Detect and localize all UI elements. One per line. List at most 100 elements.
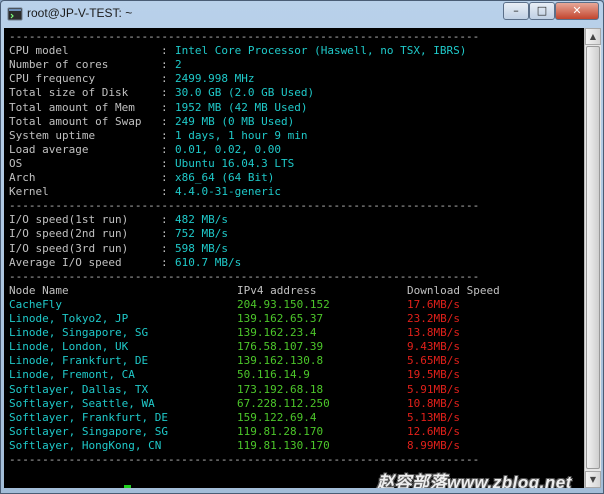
close-icon: ✕ [572,4,582,17]
speed-ipv4-address: 119.81.130.170 [237,438,330,452]
sysinfo-value: Ubuntu 16.04.3 LTS [175,156,295,170]
speed-node-name: Softlayer, Singapore, SG [9,424,168,438]
io-label: Average I/O speed [9,255,122,269]
colon-separator: : [161,100,168,114]
window-title: root@JP-V-TEST: ~ [27,6,133,20]
separator-line: ----------------------------------------… [9,453,480,466]
sysinfo-value: 2 [175,58,182,72]
colon-separator: : [161,185,168,199]
colon-separator: : [161,142,168,156]
speed-ipv4-address: 176.58.107.39 [237,340,324,354]
speed-node-name: Linode, Fremont, CA [9,368,135,382]
io-value: 752 MB/s [175,227,228,241]
scroll-up-arrow-icon[interactable]: ▲ [585,28,601,45]
colon-separator: : [161,86,168,100]
speed-ipv4-address: 139.162.65.37 [237,312,324,325]
speed-header-node: Node Name [9,283,69,297]
speed-ipv4-address: 204.93.150.152 [237,297,330,311]
title-bar[interactable]: root@JP-V-TEST: ~ – □ ✕ [1,1,603,28]
speed-node-name: Softlayer, HongKong, CN [9,438,162,452]
speed-download-speed: 19.5MB/s [407,368,460,382]
speed-download-speed: 17.6MB/s [407,297,460,311]
minimize-icon: – [513,4,519,17]
io-label: I/O speed(2nd run) [9,227,129,241]
text-cursor[interactable] [123,484,131,488]
sysinfo-label: Total size of Disk [9,86,129,100]
sysinfo-value: 4.4.0-31-generic [175,185,281,199]
io-label: I/O speed(3rd run) [9,241,129,255]
speed-download-speed: 5.13MB/s [407,410,460,424]
sysinfo-label: OS [9,156,23,170]
colon-separator: : [161,227,168,241]
sysinfo-value: 1952 MB (42 MB Used) [175,100,308,114]
speed-download-speed: 5.65MB/s [407,354,460,368]
colon-separator: : [161,156,168,170]
io-value: 598 MB/s [175,241,228,255]
speed-download-speed: 12.6MB/s [407,424,460,438]
colon-separator: : [161,72,168,86]
command-prompt-row: root@JP-V-TEST:~# [9,484,131,488]
colon-separator: : [161,44,168,58]
sysinfo-value: 1 days, 1 hour 9 min [175,128,308,142]
speed-header-speed: Download Speed [407,283,500,297]
speed-ipv4-address: 159.122.69.4 [237,410,317,424]
sysinfo-value: 30.0 GB (2.0 GB Used) [175,86,315,100]
separator-line: ----------------------------------------… [9,199,480,213]
sysinfo-value: 2499.998 MHz [175,72,255,86]
speed-download-speed: 5.91MB/s [407,382,460,396]
speed-ipv4-address: 139.162.130.8 [237,354,324,368]
colon-separator: : [161,241,168,255]
command-prompt: root@JP-V-TEST:~# [9,486,122,488]
sysinfo-label: System uptime [9,128,96,142]
maximize-button[interactable]: □ [529,2,555,20]
speed-header-ip: IPv4 address [237,283,317,297]
speed-node-name: Linode, London, UK [9,340,129,354]
colon-separator: : [161,213,168,227]
sysinfo-label: Number of cores [9,58,109,72]
speed-download-speed: 9.43MB/s [407,340,460,354]
speed-ipv4-address: 119.81.28.170 [237,424,324,438]
terminal-window: root@JP-V-TEST: ~ – □ ✕ ----------------… [0,0,604,494]
speed-ipv4-address: 139.162.23.4 [237,326,317,340]
sysinfo-value: Intel Core Processor (Haswell, no TSX, I… [175,44,467,58]
sysinfo-label: Total amount of Swap [9,114,142,128]
speed-download-speed: 13.8MB/s [407,326,460,340]
colon-separator: : [161,58,168,72]
colon-separator: : [161,171,168,184]
speed-node-name: CacheFly [9,297,62,311]
maximize-icon: □ [536,4,548,17]
terminal-output[interactable]: ----------------------------------------… [4,28,584,488]
sysinfo-label: Arch [9,171,36,184]
speed-node-name: Linode, Frankfurt, DE [9,354,149,368]
io-label: I/O speed(1st run) [9,213,129,227]
speed-download-speed: 10.8MB/s [407,396,460,410]
speed-node-name: Softlayer, Seattle, WA [9,396,155,410]
colon-separator: : [161,114,168,128]
sysinfo-label: CPU frequency [9,72,96,86]
speed-node-name: Softlayer, Dallas, TX [9,382,149,396]
io-value: 610.7 MB/s [175,255,242,269]
speed-node-name: Linode, Tokyo2, JP [9,312,129,325]
colon-separator: : [161,128,168,142]
colon-separator: : [161,255,168,269]
speed-node-name: Softlayer, Frankfurt, DE [9,410,168,424]
sysinfo-label: Load average [9,142,89,156]
terminal-icon [7,7,23,21]
sysinfo-label: Total amount of Mem [9,100,135,114]
speed-download-speed: 8.99MB/s [407,438,460,452]
speed-ipv4-address: 173.192.68.18 [237,382,324,396]
sysinfo-value: 0.01, 0.02, 0.00 [175,142,281,156]
sysinfo-label: CPU model [9,44,69,58]
speed-download-speed: 23.2MB/s [407,312,460,325]
speed-node-name: Linode, Singapore, SG [9,326,149,340]
vertical-scrollbar[interactable]: ▲ ▼ [584,28,601,488]
speed-ipv4-address: 67.228.112.250 [237,396,330,410]
watermark: 赵容部落www.zblog.net [377,473,572,488]
scroll-down-arrow-icon[interactable]: ▼ [585,471,601,488]
sysinfo-value: x86_64 (64 Bit) [175,171,275,184]
close-button[interactable]: ✕ [555,2,599,20]
scrollbar-thumb[interactable] [586,46,600,469]
sysinfo-value: 249 MB (0 MB Used) [175,114,295,128]
sysinfo-label: Kernel [9,185,49,199]
minimize-button[interactable]: – [503,2,529,20]
